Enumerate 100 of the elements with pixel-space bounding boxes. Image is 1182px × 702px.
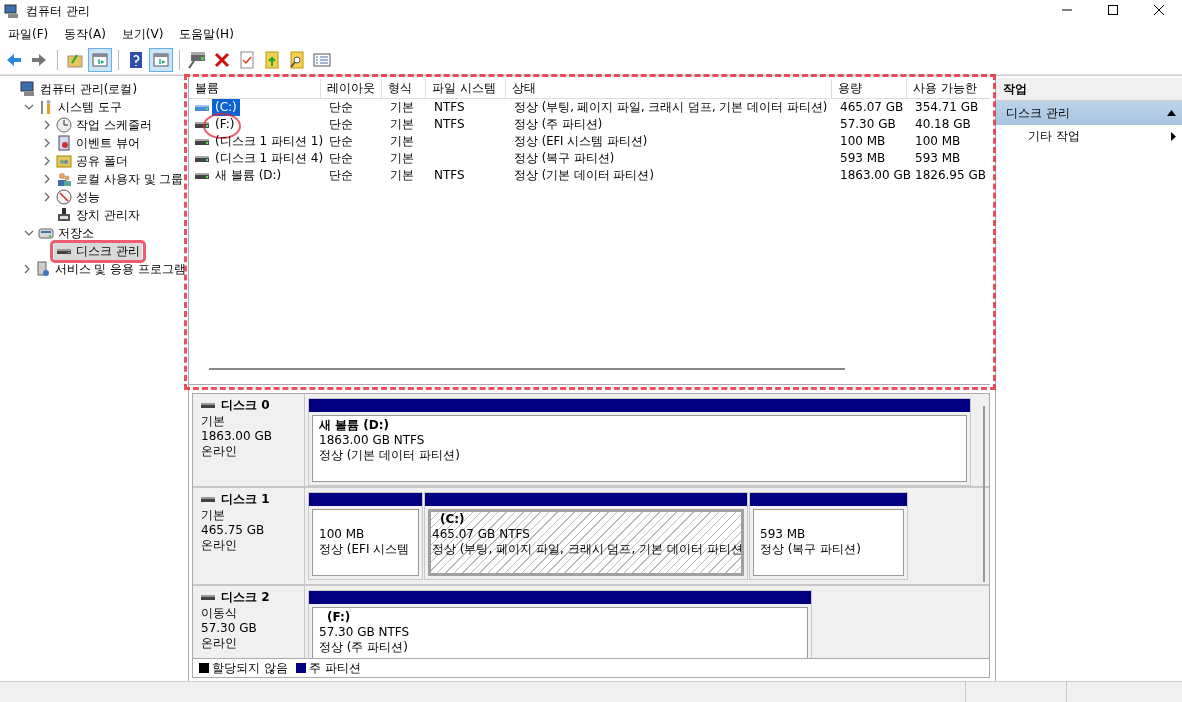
tree-pane-icon [91, 51, 109, 69]
partition-size: 465.07 GB NTFS [432, 527, 531, 542]
scrollbar-thumb[interactable] [209, 368, 845, 370]
clock-icon [56, 117, 72, 133]
disk-status: 온라인 [201, 636, 238, 651]
actions-section[interactable]: 디스크 관리 [996, 101, 1182, 125]
tree-item[interactable]: 로컬 사용자 및 그룹 [54, 170, 186, 188]
volume-name[interactable]: (F:) [212, 116, 238, 133]
tree-item[interactable]: 성능 [54, 188, 102, 206]
volume-name[interactable]: (C:) [212, 99, 240, 116]
menu-item[interactable]: 보기(V) [113, 25, 172, 43]
table-cell: 기본 [390, 167, 414, 184]
table-cell: 기본 [390, 99, 414, 116]
menu-item[interactable]: 파일(F) [0, 25, 57, 43]
legend-label: 주 파티션 [308, 659, 361, 677]
column-header[interactable]: 형식 [382, 79, 426, 98]
services-icon [34, 261, 51, 277]
partition-size: 100 MB [319, 527, 366, 542]
table-cell: 40.18 GB [915, 116, 971, 133]
partition-status: 정상 (부팅, 페이지 파일, 크래시 덤프, 기본 데이터 파티션 [432, 542, 740, 557]
scrollbar-thumb[interactable] [983, 406, 985, 582]
partition-size: 593 MB [760, 527, 807, 542]
event-log-icon [56, 135, 72, 151]
table-cell: 단순 [329, 133, 353, 150]
expand-chevron-icon[interactable] [42, 138, 52, 148]
toolbar-tree-button[interactable] [88, 48, 112, 72]
table-cell: 593 MB [840, 150, 886, 167]
table-cell: 정상 (주 파티션) [514, 116, 603, 133]
back-arrow-icon [5, 51, 23, 69]
checked-page-icon [238, 51, 256, 69]
toolbar-pane-button[interactable] [149, 48, 173, 72]
disk-size: 465.75 GB [201, 523, 266, 538]
table-cell: 기본 [390, 116, 414, 133]
table-cell: 593 MB [915, 150, 961, 167]
help-icon [127, 51, 145, 69]
table-cell: 354.71 GB [915, 99, 979, 116]
column-header[interactable]: 파일 시스템 [426, 79, 506, 98]
export-icon [263, 51, 281, 69]
forward-arrow-icon [30, 51, 48, 69]
action-item[interactable]: 기타 작업 [996, 125, 1182, 147]
table-cell: 1826.95 GB [915, 167, 986, 184]
partition-box[interactable]: 593 MB 정상 (복구 파티션) [753, 509, 904, 576]
collapse-chevron-icon[interactable] [24, 228, 34, 238]
table-cell: 정상 (복구 파티션) [514, 150, 615, 167]
partition-label: (C:) [439, 512, 466, 527]
expand-chevron-icon[interactable] [42, 120, 52, 130]
partition-box[interactable]: (F:) 57.30 GB NTFS 정상 (주 파티션) [312, 607, 808, 658]
delete-icon [213, 51, 231, 69]
disk-name: 디스크 2 [221, 590, 270, 605]
list-icon [313, 51, 331, 69]
table-cell: 100 MB [840, 133, 886, 150]
table-cell: 57.30 GB [840, 116, 896, 133]
volume-name[interactable]: (디스크 1 파티션 4) [212, 150, 327, 167]
disk-name: 디스크 0 [221, 398, 270, 413]
tree-item[interactable]: 공유 폴더 [54, 152, 130, 170]
partition-box[interactable]: 100 MB 정상 (EFI 시스템 [312, 509, 419, 576]
partition-box[interactable]: 새 볼륨 (D:) 1863.00 GB NTFS 정상 (기본 데이터 파티션) [312, 415, 967, 482]
volume-name[interactable]: (디스크 1 파티션 1) [212, 133, 327, 150]
legend-label: 할당되지 않음 [212, 659, 288, 677]
drive-icon [188, 51, 206, 69]
table-cell: 정상 (부팅, 페이지 파일, 크래시 덤프, 기본 데이터 파티션) [514, 99, 828, 116]
volume-name[interactable]: 새 볼륨 (D:) [212, 167, 285, 184]
disk-status: 온라인 [201, 444, 238, 459]
column-header[interactable]: 용량 [832, 79, 907, 98]
drive-icon [195, 103, 209, 112]
drive-icon [195, 154, 209, 163]
tree-item[interactable]: 이벤트 뷰어 [54, 134, 142, 152]
disk-type: 이동식 [201, 606, 238, 621]
menu-item[interactable]: 도움말(H) [171, 25, 242, 43]
tree-item[interactable]: 저장소 [36, 224, 96, 242]
partition-label: 새 볼륨 (D:) [319, 418, 391, 433]
tree-item[interactable]: 작업 스케줄러 [54, 116, 154, 134]
column-header[interactable]: 상태 [506, 79, 832, 98]
disk-name: 디스크 1 [221, 492, 270, 507]
tree-item[interactable]: 장치 관리자 [54, 206, 142, 224]
partition-box[interactable]: (C:) 465.07 GB NTFS 정상 (부팅, 페이지 파일, 크래시 덤프, 기본 데이터 파티션 [428, 509, 744, 576]
expand-chevron-icon[interactable] [42, 192, 52, 202]
column-header[interactable]: 레이아웃 [321, 79, 382, 98]
submenu-arrow-icon [1171, 131, 1176, 141]
collapse-arrow-icon[interactable] [1167, 110, 1176, 116]
table-cell: NTFS [434, 116, 465, 133]
table-cell: 100 MB [915, 133, 961, 150]
tree-item[interactable]: 컴퓨터 관리(로컬) [18, 80, 140, 98]
table-cell: 단순 [329, 116, 353, 133]
table-cell: 기본 [390, 133, 414, 150]
column-header[interactable]: 볼륨 [189, 79, 321, 98]
partition-status: 정상 (EFI 시스템 [319, 542, 411, 557]
partition-size: 1863.00 GB NTFS [319, 433, 426, 448]
expand-chevron-icon[interactable] [42, 174, 52, 184]
table-cell: NTFS [434, 99, 465, 116]
collapse-chevron-icon[interactable] [24, 102, 34, 112]
table-cell: 465.07 GB [840, 99, 904, 116]
menu-item[interactable]: 동작(A) [56, 25, 114, 43]
storage-icon [38, 225, 54, 241]
tree-item[interactable]: 시스템 도구 [36, 98, 124, 116]
disk-size: 57.30 GB [201, 621, 258, 636]
tree-item[interactable]: 서비스 및 응용 프로그램 [32, 260, 188, 278]
expand-chevron-icon[interactable] [42, 156, 52, 166]
users-icon [56, 171, 72, 187]
table-cell: 정상 (EFI 시스템 파티션) [514, 133, 648, 150]
